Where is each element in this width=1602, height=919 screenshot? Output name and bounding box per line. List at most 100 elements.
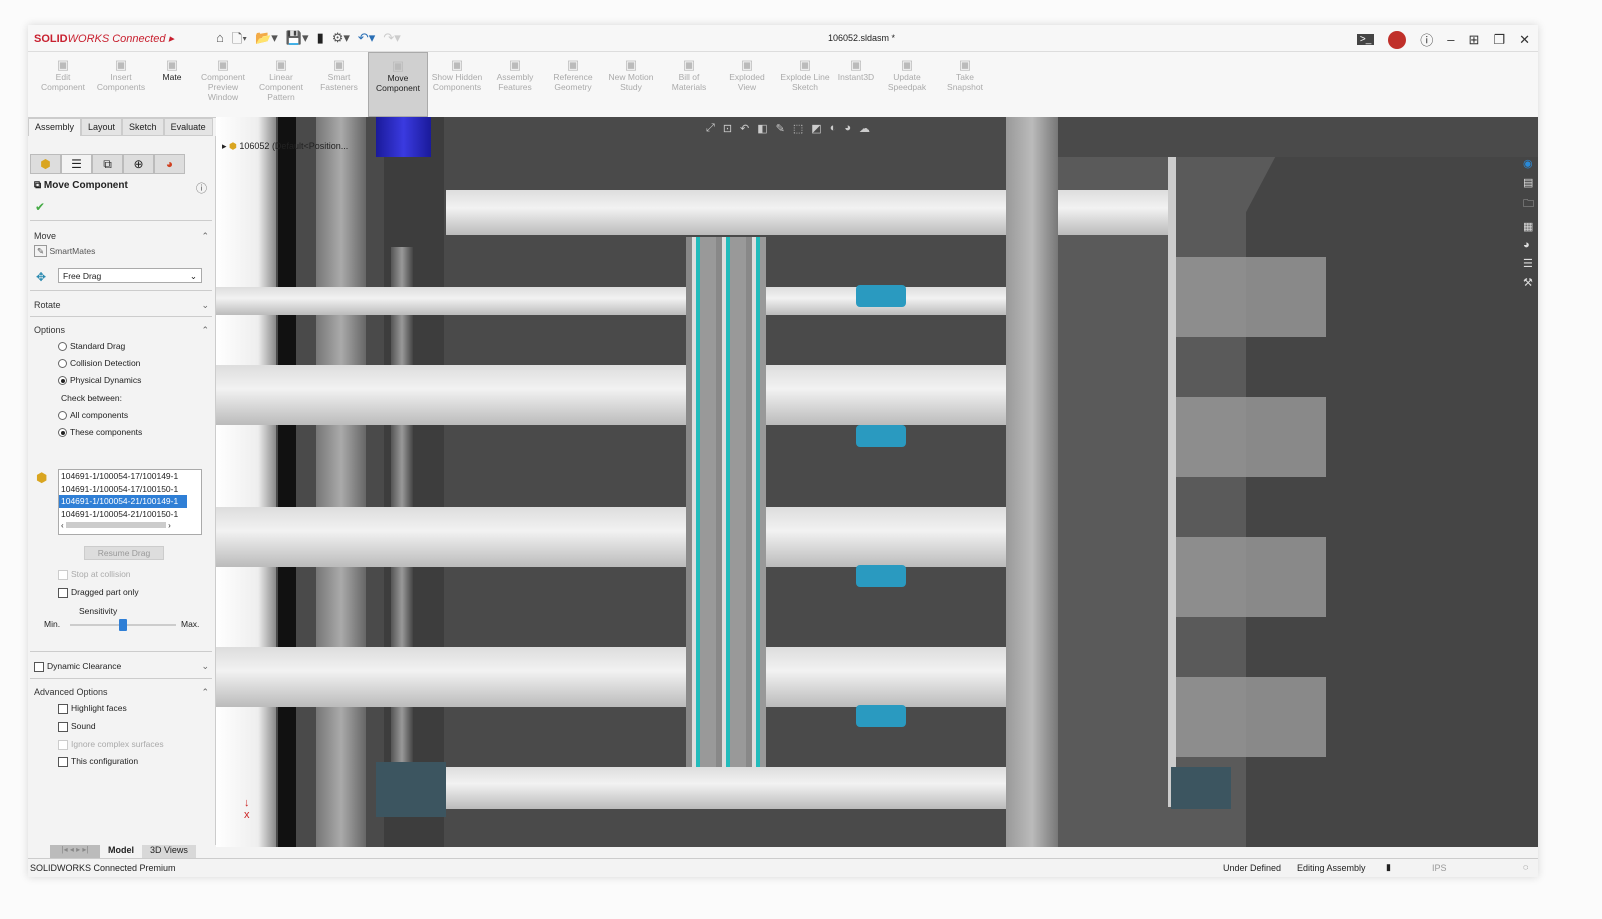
appearances-icon[interactable]: ◕: [1523, 239, 1534, 251]
ribbon-smart-fasteners-button[interactable]: ▣ Smart Fasteners: [310, 52, 368, 117]
smartmates-button[interactable]: ✎ SmartMates: [34, 245, 95, 257]
section-view-icon[interactable]: ◧: [757, 122, 767, 135]
ok-checkmark-icon[interactable]: ✔: [35, 200, 45, 214]
minimize-button[interactable]: –: [1447, 32, 1454, 47]
radio-collision-detection[interactable]: Collision Detection: [58, 358, 140, 369]
ribbon-explode-line-sketch-button[interactable]: ▣ Explode Line Sketch: [776, 52, 834, 117]
dynamic-clearance-checkbox[interactable]: Dynamic Clearance: [34, 661, 121, 672]
triad-icon: ↓ x: [244, 797, 250, 821]
sound-checkbox[interactable]: Sound: [58, 721, 96, 732]
restore-button[interactable]: ❐: [1493, 32, 1505, 48]
ribbon-update-speedpak-button[interactable]: ▣ Update Speedpak: [878, 52, 936, 117]
dragged-part-only-checkbox[interactable]: Dragged part only: [58, 587, 139, 598]
display-manager-tab-icon[interactable]: ◕: [154, 154, 185, 174]
list-item[interactable]: 104691-1/100054-17/100149-1: [59, 470, 201, 483]
save-icon[interactable]: 💾▾: [286, 30, 309, 52]
resume-drag-button[interactable]: Resume Drag: [84, 546, 164, 560]
solidworks-resources-icon[interactable]: ◉: [1523, 157, 1534, 170]
ribbon-reference-geometry-button[interactable]: ▣ Reference Geometry: [544, 52, 602, 117]
undo-icon[interactable]: ↶▾: [358, 30, 375, 52]
file-explorer-icon[interactable]: 🗀: [1523, 195, 1534, 214]
status-bar: SOLIDWORKS Connected Premium Under Defin…: [28, 858, 1538, 877]
help-icon[interactable]: ⓘ: [196, 180, 207, 196]
zoom-area-icon[interactable]: ⊡: [723, 122, 732, 135]
ribbon-component-preview-window-button[interactable]: ▣ Component Preview Window: [194, 52, 252, 117]
help-icon[interactable]: ⓘ: [1420, 30, 1433, 49]
radio-all-components[interactable]: All components: [58, 410, 128, 421]
ribbon-edit-component-button[interactable]: ▣ Edit Component: [34, 52, 92, 117]
gear-icon[interactable]: ⚙▾: [332, 30, 350, 52]
ribbon-take-snapshot-button[interactable]: ▣ Take Snapshot: [936, 52, 994, 117]
tooltip-toggle-icon[interactable]: ◌: [1523, 862, 1528, 872]
custom-properties-icon[interactable]: ☰: [1523, 257, 1534, 270]
slider-thumb[interactable]: [119, 619, 127, 631]
units-selector[interactable]: IPS: [1432, 863, 1447, 873]
close-button[interactable]: ✕: [1519, 32, 1530, 48]
configuration-tab-icon[interactable]: ⧉: [92, 154, 123, 174]
advanced-options-header[interactable]: Advanced Options: [34, 687, 108, 697]
dynamic-annotation-icon[interactable]: ✎: [776, 122, 785, 135]
move-section-header[interactable]: Move: [34, 231, 56, 241]
command-prompt-icon[interactable]: >_: [1356, 34, 1375, 45]
traffic-light-icon[interactable]: ▮: [317, 30, 324, 52]
sensitivity-slider[interactable]: [70, 619, 176, 631]
ribbon-move-component-button[interactable]: ▣ Move Component: [368, 52, 428, 117]
tab-sketch[interactable]: Sketch: [122, 118, 164, 136]
ribbon-exploded-view-button[interactable]: ▣ Exploded View: [718, 52, 776, 117]
list-item[interactable]: 104691-1/100054-21/100150-1: [59, 508, 201, 521]
collapse-icon[interactable]: ⌃: [201, 231, 209, 242]
bottom-tabs: |◂ ◂ ▸ ▸| Model 3D Views: [28, 845, 216, 858]
edit-appearance-icon[interactable]: ◕: [844, 122, 851, 135]
ribbon-insert-components-button[interactable]: ▣ Insert Components: [92, 52, 150, 117]
this-configuration-checkbox[interactable]: This configuration: [58, 756, 138, 767]
tab-layout[interactable]: Layout: [81, 118, 123, 136]
display-style-icon[interactable]: ◩: [811, 122, 821, 135]
highlight-faces-checkbox[interactable]: Highlight faces: [58, 703, 127, 714]
tab-scroll-arrows[interactable]: |◂ ◂ ▸ ▸|: [50, 845, 100, 858]
radio-these-components[interactable]: These components: [58, 427, 142, 438]
design-library-icon[interactable]: ▤: [1523, 176, 1534, 189]
tile-button[interactable]: ⊞: [1469, 32, 1480, 48]
tab-evaluate[interactable]: Evaluate: [163, 118, 213, 136]
toolbox-icon[interactable]: ⚒: [1523, 276, 1534, 289]
view-palette-icon[interactable]: ▦: [1523, 220, 1534, 233]
zoom-to-fit-icon[interactable]: ⤢: [706, 122, 715, 135]
view-orientation-icon[interactable]: ⬚: [793, 122, 803, 135]
feature-tree-tab-icon[interactable]: ⬢: [30, 154, 61, 174]
radio-physical-dynamics[interactable]: Physical Dynamics: [58, 375, 141, 386]
ignore-complex-surfaces-checkbox[interactable]: Ignore complex surfaces: [58, 739, 164, 750]
graphics-viewport[interactable]: ▸ ⬢ 106052 (Default<Position... ⤢ ⊡ ↶ ◧ ✎ ⬚ ◩ ◐…: [216, 117, 1538, 847]
user-avatar[interactable]: [1388, 30, 1407, 49]
redo-icon[interactable]: ↷▾: [383, 30, 400, 52]
previous-view-icon[interactable]: ↶: [740, 122, 749, 135]
hide-show-icon[interactable]: ◐: [830, 122, 837, 135]
ribbon-linear-component-pattern-button[interactable]: ▣ Linear Component Pattern: [252, 52, 310, 117]
tab-assembly[interactable]: Assembly: [28, 118, 82, 136]
tab-model[interactable]: Model: [100, 845, 142, 858]
tab-3d-views[interactable]: 3D Views: [142, 845, 196, 858]
scene-icon[interactable]: ☁: [859, 122, 870, 135]
ribbon-instant3d-button[interactable]: ▣ Instant3D: [834, 52, 878, 117]
stop-at-collision-checkbox[interactable]: Stop at collision: [58, 569, 131, 580]
components-list[interactable]: 104691-1/100054-17/100149-1 104691-1/100…: [58, 469, 202, 535]
radio-standard-drag[interactable]: Standard Drag: [58, 341, 125, 352]
list-item-selected[interactable]: 104691-1/100054-21/100149-1: [59, 495, 187, 508]
list-item[interactable]: 104691-1/100054-17/100150-1: [59, 483, 201, 496]
ribbon-assembly-features-button[interactable]: ▣ Assembly Features: [486, 52, 544, 117]
list-scrollbar[interactable]: ‹ ›: [59, 520, 201, 533]
home-icon[interactable]: ⌂: [216, 30, 224, 52]
rebuild-icon[interactable]: ▮: [1386, 862, 1391, 873]
rotate-section-header[interactable]: Rotate: [34, 300, 61, 310]
ribbon-mate-button[interactable]: ▣ Mate: [150, 52, 194, 117]
options-section-header[interactable]: Options: [34, 325, 65, 335]
ribbon-show-hidden-components-button[interactable]: ▣ Show Hidden Components: [428, 52, 486, 117]
property-manager-tab-icon[interactable]: ☰: [61, 154, 92, 174]
open-icon[interactable]: 📂▾: [255, 30, 278, 52]
feature-tree-flyout[interactable]: ▸ ⬢ 106052 (Default<Position...: [222, 141, 348, 152]
ribbon-new-motion-study-button[interactable]: ▣ New Motion Study: [602, 52, 660, 117]
solidworks-logo[interactable]: SOLIDWORKS Connected ▸: [34, 32, 174, 45]
dimxpert-tab-icon[interactable]: ⊕: [123, 154, 154, 174]
new-icon[interactable]: 🗋▾: [232, 30, 247, 52]
move-mode-select[interactable]: Free Drag ⌄: [58, 268, 202, 283]
ribbon-bill-of-materials-button[interactable]: ▣ Bill of Materials: [660, 52, 718, 117]
